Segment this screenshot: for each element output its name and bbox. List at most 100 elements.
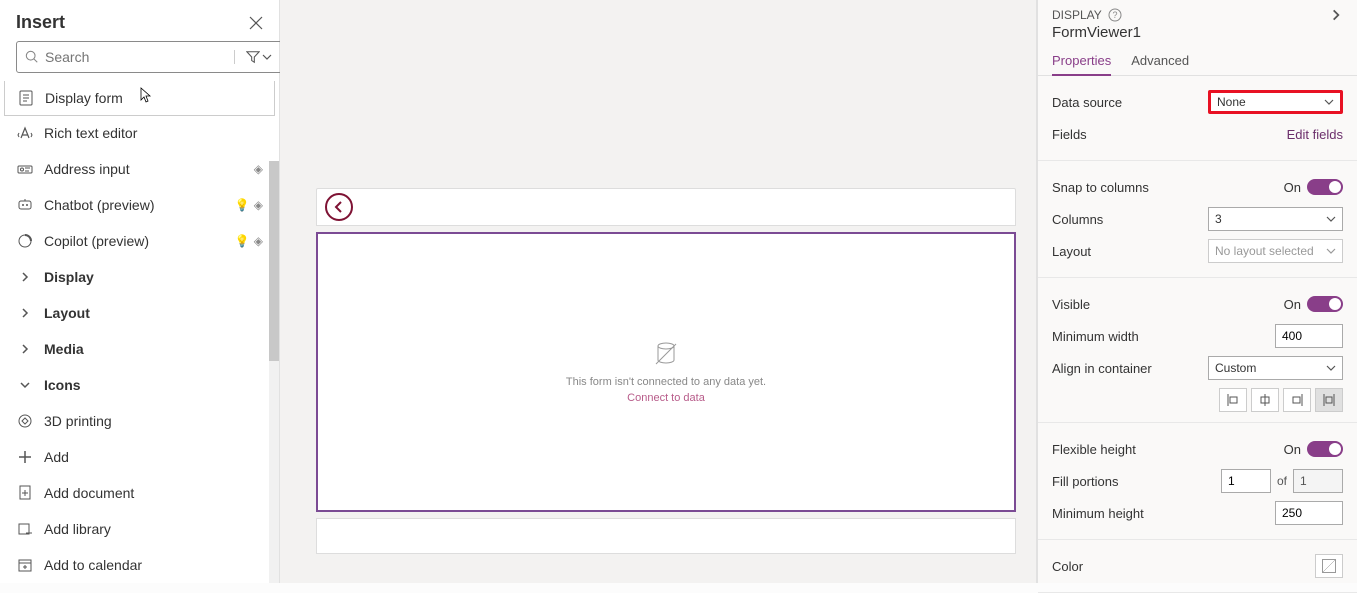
toggle-state: On <box>1284 180 1301 195</box>
properties-panel: DISPLAY ? FormViewer1 Properties Advance… <box>1037 0 1357 583</box>
fill-value-input[interactable] <box>1221 469 1271 493</box>
group-label: Layout <box>44 305 263 321</box>
svg-text:?: ? <box>1112 10 1117 20</box>
connect-data-link[interactable]: Connect to data <box>627 392 705 404</box>
toggle-state: On <box>1284 297 1301 312</box>
label-min-height: Minimum height <box>1052 506 1144 521</box>
idea-icon: 💡 <box>235 198 250 212</box>
rich-text-icon <box>16 125 34 141</box>
edit-fields-link[interactable]: Edit fields <box>1287 127 1343 142</box>
list-item-chatbot[interactable]: Chatbot (preview) 💡◈ <box>0 187 279 223</box>
chevron-right-icon <box>16 307 34 319</box>
color-picker[interactable] <box>1315 554 1343 578</box>
chevron-down-icon <box>1326 214 1336 224</box>
icon-item-add[interactable]: Add <box>0 439 279 475</box>
group-icons[interactable]: Icons <box>0 367 279 403</box>
insert-title: Insert <box>16 12 65 33</box>
snap-toggle[interactable]: On <box>1284 179 1343 195</box>
list-item-label: Add document <box>44 485 263 501</box>
min-width-input[interactable] <box>1275 324 1343 348</box>
fill-total-input <box>1293 469 1343 493</box>
idea-icon: 💡 <box>235 234 250 248</box>
label-min-width: Minimum width <box>1052 329 1139 344</box>
min-height-input[interactable] <box>1275 501 1343 525</box>
data-source-value: None <box>1217 95 1246 109</box>
label-flex-height: Flexible height <box>1052 442 1136 457</box>
search-input-wrap[interactable] <box>16 41 283 73</box>
insert-header: Insert <box>0 0 279 41</box>
add-icon <box>16 449 34 465</box>
label-fill-portions: Fill portions <box>1052 474 1118 489</box>
list-item-label: Add <box>44 449 263 465</box>
flex-height-toggle[interactable]: On <box>1284 441 1343 457</box>
toggle-state: On <box>1284 442 1301 457</box>
group-display[interactable]: Display <box>0 259 279 295</box>
align-right-button[interactable] <box>1283 388 1311 412</box>
back-button[interactable] <box>325 193 353 221</box>
display-form-icon <box>17 90 35 106</box>
tab-properties[interactable]: Properties <box>1052 47 1111 76</box>
scrollbar[interactable] <box>269 161 279 583</box>
chevron-right-icon <box>16 343 34 355</box>
label-columns: Columns <box>1052 212 1103 227</box>
properties-tabs: Properties Advanced <box>1038 47 1357 76</box>
add-calendar-icon <box>16 557 34 573</box>
help-icon[interactable]: ? <box>1108 8 1122 22</box>
properties-header: DISPLAY ? <box>1038 0 1357 24</box>
data-source-select[interactable]: None <box>1208 90 1343 114</box>
group-layout[interactable]: Layout <box>0 295 279 331</box>
icon-item-add-document[interactable]: Add document <box>0 475 279 511</box>
list-item-rich-text[interactable]: Rich text editor <box>0 115 279 151</box>
app-bar[interactable] <box>316 188 1016 226</box>
visible-toggle[interactable]: On <box>1284 296 1343 312</box>
canvas-footer[interactable] <box>316 518 1016 554</box>
align-center-button[interactable] <box>1251 388 1279 412</box>
icon-item-3d-printing[interactable]: 3D printing <box>0 403 279 439</box>
close-icon[interactable] <box>249 16 263 30</box>
form-viewer[interactable]: This form isn't connected to any data ye… <box>316 232 1016 512</box>
premium-icon: ◈ <box>254 234 263 248</box>
icon-item-add-calendar[interactable]: Add to calendar <box>0 547 279 583</box>
chevron-down-icon <box>1326 246 1336 256</box>
align-stretch-button[interactable] <box>1315 388 1343 412</box>
add-document-icon <box>16 485 34 501</box>
align-value: Custom <box>1215 361 1256 375</box>
list-item-address-input[interactable]: Address input ◈ <box>0 151 279 187</box>
label-layout: Layout <box>1052 244 1091 259</box>
group-label: Icons <box>44 377 263 393</box>
add-library-icon <box>16 521 34 537</box>
canvas: This form isn't connected to any data ye… <box>280 0 1037 583</box>
icon-item-add-library[interactable]: Add library <box>0 511 279 547</box>
align-buttons <box>1052 388 1343 412</box>
columns-value: 3 <box>1215 212 1222 226</box>
align-left-button[interactable] <box>1219 388 1247 412</box>
chevron-down-icon <box>16 379 34 391</box>
search-input[interactable] <box>45 49 226 65</box>
label-color: Color <box>1052 559 1083 574</box>
list-item-label: Copilot (preview) <box>44 233 225 249</box>
address-input-icon <box>16 161 34 177</box>
screen[interactable]: This form isn't connected to any data ye… <box>316 188 1016 573</box>
chevron-down-icon <box>1324 97 1334 107</box>
premium-icon: ◈ <box>254 198 263 212</box>
columns-select[interactable]: 3 <box>1208 207 1343 231</box>
list-item-display-form[interactable]: Display form <box>4 81 275 116</box>
insert-list: Display form Rich text editor Address in… <box>0 81 279 583</box>
label-align: Align in container <box>1052 361 1152 376</box>
align-select[interactable]: Custom <box>1208 356 1343 380</box>
form-empty-msg: This form isn't connected to any data ye… <box>566 376 766 388</box>
arrow-left-icon <box>332 200 346 214</box>
group-label: Media <box>44 341 263 357</box>
insert-toolbar: ⋮ <box>0 41 279 81</box>
chevron-right-icon[interactable] <box>1329 8 1343 22</box>
filter-button[interactable] <box>234 50 282 64</box>
premium-icon: ◈ <box>254 162 263 176</box>
group-label: Display <box>44 269 263 285</box>
list-item-copilot[interactable]: Copilot (preview) 💡 ◈ <box>0 223 279 259</box>
tab-advanced[interactable]: Advanced <box>1131 47 1189 75</box>
list-item-label: Add to calendar <box>44 557 263 573</box>
group-media[interactable]: Media <box>0 331 279 367</box>
layout-select[interactable]: No layout selected <box>1208 239 1343 263</box>
label-visible: Visible <box>1052 297 1090 312</box>
label-data-source: Data source <box>1052 95 1122 110</box>
